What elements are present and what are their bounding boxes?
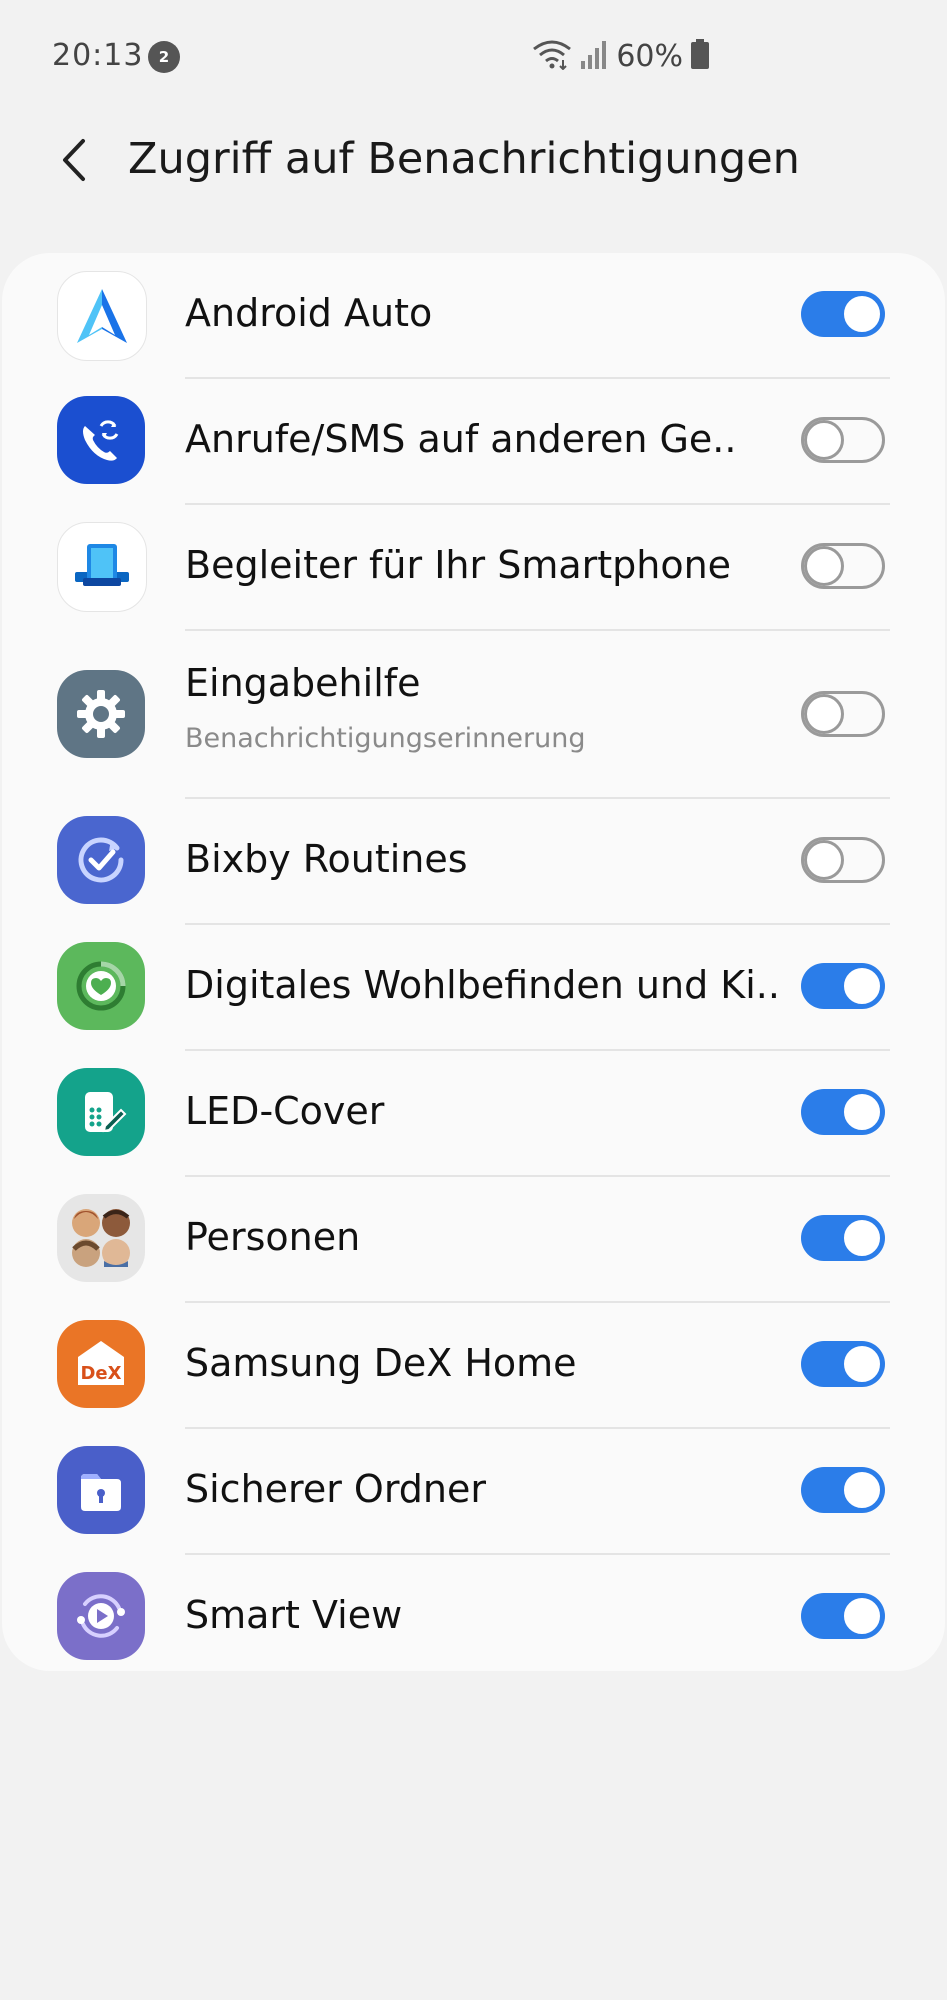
wifi-icon: [532, 38, 572, 74]
notification-access-toggle[interactable]: [801, 1341, 885, 1387]
notification-access-toggle[interactable]: [801, 1215, 885, 1261]
app-bar: Zugriff auf Benachrichtigungen: [0, 130, 947, 220]
dex-icon: DeX: [57, 1320, 145, 1408]
list-item[interactable]: Eingabehilfe Benachrichtigungserinnerung: [2, 631, 945, 797]
notification-access-toggle[interactable]: [801, 543, 885, 589]
notification-access-toggle[interactable]: [801, 963, 885, 1009]
list-item[interactable]: Anrufe/SMS auf anderen Ge..: [2, 379, 945, 503]
battery-icon: [691, 39, 709, 73]
notification-access-toggle[interactable]: [801, 837, 885, 883]
notification-count-badge: 2: [148, 41, 180, 73]
page-title: Zugriff auf Benachrichtigungen: [128, 134, 800, 184]
status-bar: 20:13 2 60%: [0, 0, 947, 110]
secure-folder-icon: [57, 1446, 145, 1534]
smart-view-icon: [57, 1572, 145, 1660]
notification-access-toggle[interactable]: [801, 1467, 885, 1513]
list-item[interactable]: Digitales Wohlbefinden und Ki..: [2, 925, 945, 1049]
bixby-routines-icon: [57, 816, 145, 904]
app-name: Smart View: [185, 1593, 403, 1637]
app-name: Eingabehilfe: [185, 661, 421, 705]
app-name: Android Auto: [185, 291, 433, 335]
svg-text:DeX: DeX: [80, 1363, 121, 1384]
app-subtitle: Benachrichtigungserinnerung: [185, 723, 586, 754]
contacts-people-icon: [57, 1194, 145, 1282]
app-name: LED-Cover: [185, 1089, 385, 1133]
app-name: Digitales Wohlbefinden und Ki..: [185, 963, 780, 1007]
signal-icon: [580, 39, 608, 73]
list-item[interactable]: Sicherer Ordner: [2, 1429, 945, 1553]
list-item[interactable]: Personen: [2, 1177, 945, 1301]
notification-access-toggle[interactable]: [801, 291, 885, 337]
list-item[interactable]: Begleiter für Ihr Smartphone: [2, 505, 945, 629]
list-item[interactable]: DeX Samsung DeX Home: [2, 1303, 945, 1427]
led-cover-icon: [57, 1068, 145, 1156]
app-name: Bixby Routines: [185, 837, 468, 881]
list-item[interactable]: Bixby Routines: [2, 799, 945, 923]
notification-access-toggle[interactable]: [801, 691, 885, 737]
app-name: Sicherer Ordner: [185, 1467, 486, 1511]
list-item[interactable]: Android Auto: [2, 253, 945, 377]
app-name: Begleiter für Ihr Smartphone: [185, 543, 732, 587]
app-name: Samsung DeX Home: [185, 1341, 577, 1385]
gear-icon: [57, 670, 145, 758]
phone-companion-icon: [57, 522, 147, 612]
list-item[interactable]: Smart View: [2, 1555, 945, 1679]
app-name: Personen: [185, 1215, 361, 1259]
battery-percent: 60%: [616, 38, 683, 74]
notification-access-toggle[interactable]: [801, 1089, 885, 1135]
chevron-left-icon: [63, 139, 85, 181]
notification-access-toggle[interactable]: [801, 417, 885, 463]
app-list-card: Android Auto Anrufe/SMS auf anderen Ge..: [2, 253, 945, 1671]
status-indicators: 60%: [532, 38, 709, 74]
list-item[interactable]: LED-Cover: [2, 1051, 945, 1175]
notification-access-toggle[interactable]: [801, 1593, 885, 1639]
call-sync-icon: [57, 396, 145, 484]
back-button[interactable]: [46, 132, 102, 188]
app-name: Anrufe/SMS auf anderen Ge..: [185, 417, 737, 461]
android-auto-icon: [57, 271, 147, 361]
status-time: 20:13: [52, 38, 144, 73]
digital-wellbeing-icon: [57, 942, 145, 1030]
